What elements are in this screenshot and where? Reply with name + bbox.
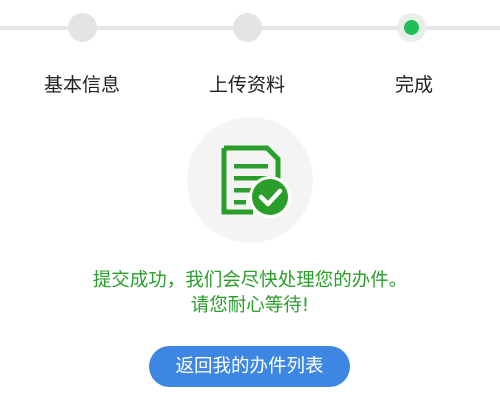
step-label-complete: 完成 <box>395 74 434 96</box>
document-check-icon <box>221 145 291 218</box>
success-icon-container <box>187 117 313 243</box>
step-label-upload: 上传资料 <box>209 74 286 96</box>
success-message: 提交成功，我们会尽快处理您的办件。 <box>92 270 408 291</box>
step-dot-upload <box>233 13 262 42</box>
step-label-basic-info: 基本信息 <box>44 74 121 96</box>
wait-message: 请您耐心等待! <box>190 295 310 316</box>
active-step-indicator <box>404 20 419 35</box>
back-to-my-cases-button[interactable]: 返回我的办件列表 <box>149 346 350 387</box>
step-dot-complete <box>397 13 426 42</box>
step-dot-basic-info <box>68 13 97 42</box>
submission-success-page: 基本信息 上传资料 完成 提交成功，我们会尽快处理您的办件。 请您耐心等待! 返… <box>0 0 500 405</box>
